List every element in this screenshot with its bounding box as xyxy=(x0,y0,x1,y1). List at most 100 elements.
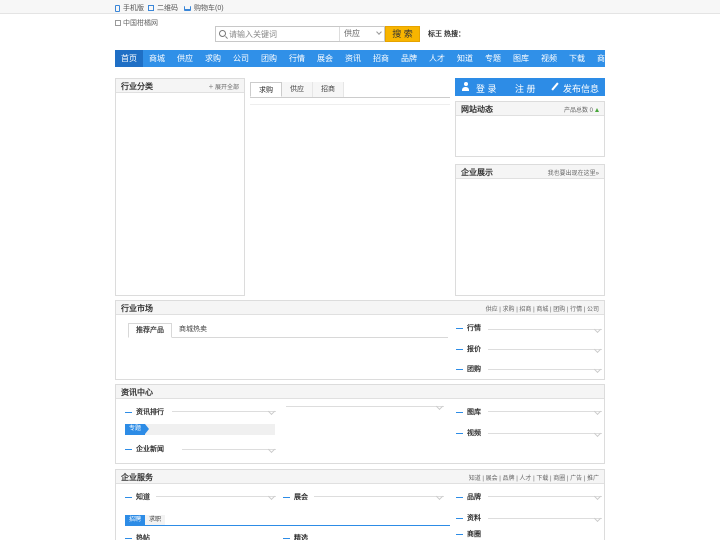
nav-item-groupbuy[interactable]: 团购 xyxy=(255,50,283,67)
news-panel: 资讯中心 资讯排行 专题 企业新闻 图库 视频 xyxy=(115,384,605,464)
site-dynamics-panel: 网站动态 产品总数 0 xyxy=(455,101,605,157)
nav-item-expo[interactable]: 展会 xyxy=(311,50,339,67)
nav-item-news[interactable]: 资讯 xyxy=(339,50,367,67)
site-logo[interactable]: 中国柑橘网 xyxy=(115,18,158,28)
divider xyxy=(488,433,602,434)
hot-search-label: 标王 热搜： xyxy=(428,31,465,38)
divider xyxy=(488,496,602,497)
chevron-down-icon xyxy=(376,29,382,35)
know-heading: 知道 xyxy=(125,492,150,502)
qrcode-icon xyxy=(148,5,154,11)
nav-item-company[interactable]: 公司 xyxy=(227,50,255,67)
pencil-icon xyxy=(551,82,559,91)
divider xyxy=(488,349,602,350)
expand-all-link[interactable]: + 展开全部 xyxy=(209,82,239,91)
trade-tabs: 求购 供应 招商 xyxy=(250,82,450,98)
nav-item-mall[interactable]: 商城 xyxy=(143,50,171,67)
market-header: 行业市场 供应 | 求购 | 招商 | 商城 | 团购 | 行情 | 公司 xyxy=(116,301,604,315)
account-bar: 登 录 注 册 发布信息 xyxy=(455,78,605,96)
tab-job-seek[interactable]: 求职 xyxy=(145,515,166,525)
tab-recommended[interactable]: 推荐产品 xyxy=(128,323,172,338)
qrcode-link[interactable]: 二维码 xyxy=(148,3,178,13)
mobile-label: 手机版 xyxy=(123,5,144,12)
search-category-value: 供应 xyxy=(344,29,360,38)
nav-item-know[interactable]: 知道 xyxy=(451,50,479,67)
publish-button[interactable]: 发布信息 xyxy=(563,82,599,95)
service-header: 企业服务 知道 | 展会 | 品牌 | 人才 | 下载 | 商圈 | 广告 | … xyxy=(116,470,604,484)
tab-recruit[interactable]: 招聘 xyxy=(125,515,146,525)
category-panel-header: 行业分类 + 展开全部 xyxy=(116,79,244,93)
broken-image-icon xyxy=(115,20,121,26)
service-panel: 企业服务 知道 | 展会 | 品牌 | 人才 | 下载 | 商圈 | 广告 | … xyxy=(115,469,605,540)
main-nav: 首页 商城 供应 求购 公司 团购 行情 展会 资讯 招商 品牌 人才 知道 专… xyxy=(115,50,613,67)
nav-item-gallery[interactable]: 图库 xyxy=(507,50,535,67)
login-button[interactable]: 登 录 xyxy=(476,82,497,95)
side-item-brand[interactable]: 品牌 xyxy=(456,492,481,502)
divider xyxy=(488,329,602,330)
register-button[interactable]: 注 册 xyxy=(515,82,536,95)
cart-label: 购物车(0) xyxy=(194,5,224,12)
topic-tag[interactable]: 专题 xyxy=(125,424,150,435)
nav-item-circle[interactable]: 商圈 xyxy=(591,50,619,67)
qrcode-label: 二维码 xyxy=(157,5,178,12)
top-bar: 手机版 二维码 购物车(0) xyxy=(0,0,720,14)
category-panel-title: 行业分类 xyxy=(121,82,153,91)
market-links[interactable]: 供应 | 求购 | 招商 | 商城 | 团购 | 行情 | 公司 xyxy=(486,304,599,313)
user-icon xyxy=(462,82,469,91)
divider xyxy=(488,518,602,519)
divider xyxy=(172,411,276,412)
search-category-select[interactable]: 供应 xyxy=(339,27,385,41)
nav-item-home[interactable]: 首页 xyxy=(115,50,143,67)
topic-bar: 专题 xyxy=(125,424,275,435)
nav-item-special[interactable]: 专题 xyxy=(479,50,507,67)
market-title: 行业市场 xyxy=(121,304,153,313)
search-input[interactable] xyxy=(229,28,349,40)
enterprise-panel: 企业展示 我也要出现在这里» xyxy=(455,164,605,296)
enterprise-title: 企业展示 xyxy=(461,168,493,177)
search-box: 供应 xyxy=(215,26,385,42)
expand-all-label: 展开全部 xyxy=(214,85,239,91)
hot-posts-heading: 热帖 xyxy=(125,533,150,540)
divider xyxy=(488,369,602,370)
tab-hot-mall[interactable]: 商城热卖 xyxy=(172,323,214,337)
market-panel: 行业市场 供应 | 求购 | 招商 | 商城 | 团购 | 行情 | 公司 推荐… xyxy=(115,300,605,380)
side-item-circle[interactable]: 商圈 xyxy=(456,529,481,539)
expo-heading: 展会 xyxy=(283,492,308,502)
enterprise-header: 企业展示 我也要出现在这里» xyxy=(456,165,604,179)
mobile-link[interactable]: 手机版 xyxy=(115,3,144,13)
product-total: 产品总数 0 xyxy=(564,105,599,114)
service-links[interactable]: 知道 | 展会 | 品牌 | 人才 | 下载 | 商圈 | 广告 | 推广 xyxy=(469,473,599,482)
side-item-quotes[interactable]: 行情 xyxy=(456,323,481,333)
featured-heading: 精选 xyxy=(283,533,308,540)
news-header: 资讯中心 xyxy=(116,385,604,399)
phone-icon xyxy=(115,4,120,12)
tab-invest[interactable]: 招商 xyxy=(313,82,344,97)
enterprise-join-link[interactable]: 我也要出现在这里» xyxy=(548,168,599,177)
side-item-docs[interactable]: 资料 xyxy=(456,513,481,523)
category-panel: 行业分类 + 展开全部 xyxy=(115,78,245,296)
nav-item-quotes[interactable]: 行情 xyxy=(283,50,311,67)
nav-item-brand[interactable]: 品牌 xyxy=(395,50,423,67)
side-item-gallery[interactable]: 图库 xyxy=(456,407,481,417)
divider xyxy=(250,104,450,105)
news-title: 资讯中心 xyxy=(121,388,153,397)
nav-item-supply[interactable]: 供应 xyxy=(171,50,199,67)
divider xyxy=(314,496,444,497)
tab-buy[interactable]: 求购 xyxy=(250,82,282,97)
side-item-video[interactable]: 视频 xyxy=(456,428,481,438)
cart-link[interactable]: 购物车(0) xyxy=(184,3,224,13)
nav-item-download[interactable]: 下载 xyxy=(563,50,591,67)
nav-item-buy[interactable]: 求购 xyxy=(199,50,227,67)
side-item-price[interactable]: 报价 xyxy=(456,344,481,354)
tab-supply[interactable]: 供应 xyxy=(282,82,313,97)
company-news-heading: 企业新闻 xyxy=(125,444,164,454)
nav-item-invest[interactable]: 招商 xyxy=(367,50,395,67)
search-button[interactable]: 搜 索 xyxy=(385,26,420,42)
nav-item-video[interactable]: 视频 xyxy=(535,50,563,67)
job-tabs: 招聘 求职 xyxy=(125,515,450,526)
side-item-groupbuy[interactable]: 团购 xyxy=(456,364,481,374)
plus-icon: + xyxy=(208,82,214,91)
site-dynamics-title: 网站动态 xyxy=(461,105,493,114)
product-total-label: 产品总数 0 xyxy=(563,108,593,114)
nav-item-talent[interactable]: 人才 xyxy=(423,50,451,67)
